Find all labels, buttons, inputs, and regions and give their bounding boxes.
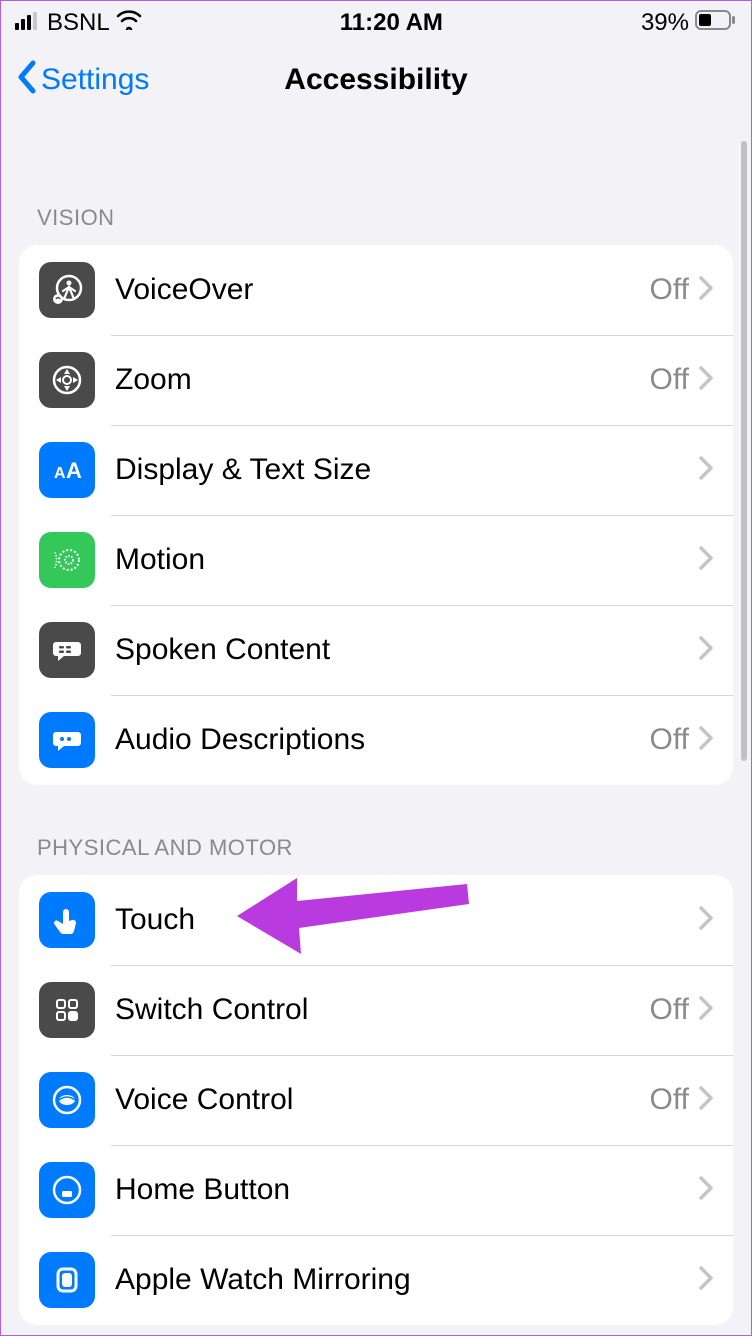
row-label: Apple Watch Mirroring [115, 1263, 689, 1297]
carrier-label: BSNL [47, 9, 110, 37]
row-value: Off [650, 993, 689, 1027]
row-label: Zoom [115, 363, 650, 397]
home-button-icon [39, 1162, 95, 1218]
row-label: Touch [115, 903, 689, 937]
row-switch-control[interactable]: Switch Control Off [19, 965, 733, 1055]
zoom-icon [39, 352, 95, 408]
row-label: Audio Descriptions [115, 723, 650, 757]
row-home-button[interactable]: Home Button [19, 1145, 733, 1235]
status-left: BSNL [15, 9, 142, 37]
svg-text:A: A [54, 465, 66, 482]
chevron-right-icon [699, 1266, 713, 1295]
audio-descriptions-icon [39, 712, 95, 768]
group-vision: VoiceOver Off Zoom Off AA Display & Text… [19, 245, 733, 785]
chevron-right-icon [699, 726, 713, 755]
chevron-right-icon [699, 456, 713, 485]
row-voice-control[interactable]: Voice Control Off [19, 1055, 733, 1145]
row-label: VoiceOver [115, 273, 650, 307]
chevron-right-icon [699, 276, 713, 305]
row-label: Display & Text Size [115, 453, 689, 487]
chevron-right-icon [699, 996, 713, 1025]
status-time: 11:20 AM [340, 9, 443, 37]
row-value: Off [650, 363, 689, 397]
status-right: 39% [641, 9, 735, 37]
group-physical: Touch Switch Control Off Voice Control O… [19, 875, 733, 1325]
wifi-icon [116, 9, 142, 37]
chevron-right-icon [699, 1086, 713, 1115]
row-spoken-content[interactable]: Spoken Content [19, 605, 733, 695]
chevron-left-icon [15, 59, 37, 102]
row-zoom[interactable]: Zoom Off [19, 335, 733, 425]
row-label: Motion [115, 543, 689, 577]
chevron-right-icon [699, 366, 713, 395]
text-size-icon: AA [39, 442, 95, 498]
voice-control-icon [39, 1072, 95, 1128]
row-label: Spoken Content [115, 633, 689, 667]
status-bar: BSNL 11:20 AM 39% [1, 1, 751, 45]
scrollbar-thumb[interactable] [741, 141, 747, 761]
row-voiceover[interactable]: VoiceOver Off [19, 245, 733, 335]
chevron-right-icon [699, 906, 713, 935]
row-label: Home Button [115, 1173, 689, 1207]
row-touch[interactable]: Touch [19, 875, 733, 965]
svg-text:A: A [66, 458, 82, 483]
chevron-right-icon [699, 546, 713, 575]
row-apple-watch-mirroring[interactable]: Apple Watch Mirroring [19, 1235, 733, 1325]
chevron-right-icon [699, 1176, 713, 1205]
row-audio-descriptions[interactable]: Audio Descriptions Off [19, 695, 733, 785]
motion-icon [39, 532, 95, 588]
switch-control-icon [39, 982, 95, 1038]
section-header-vision: VISION [1, 115, 751, 245]
row-display-text-size[interactable]: AA Display & Text Size [19, 425, 733, 515]
nav-bar: Settings Accessibility [1, 45, 751, 115]
touch-icon [39, 892, 95, 948]
spoken-content-icon [39, 622, 95, 678]
signal-icon [15, 9, 41, 37]
row-label: Switch Control [115, 993, 650, 1027]
row-motion[interactable]: Motion [19, 515, 733, 605]
watch-mirroring-icon [39, 1252, 95, 1308]
section-header-physical: PHYSICAL AND MOTOR [1, 785, 751, 875]
chevron-right-icon [699, 636, 713, 665]
content-scroll[interactable]: VISION VoiceOver Off Zoom Off AA Display… [1, 115, 751, 1336]
battery-icon [695, 9, 735, 37]
row-label: Voice Control [115, 1083, 650, 1117]
voiceover-icon [39, 262, 95, 318]
battery-pct: 39% [641, 9, 689, 37]
row-value: Off [650, 1083, 689, 1117]
row-value: Off [650, 723, 689, 757]
row-value: Off [650, 273, 689, 307]
back-button[interactable]: Settings [1, 59, 149, 102]
back-label: Settings [41, 63, 149, 97]
